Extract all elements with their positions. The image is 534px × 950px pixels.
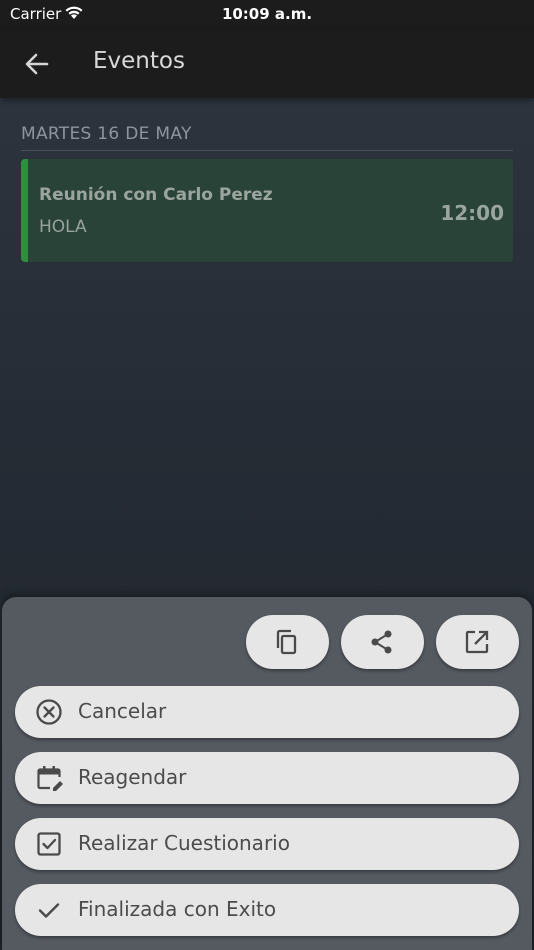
share-button[interactable] [341, 615, 424, 669]
app-bar: Eventos [0, 30, 534, 98]
reschedule-button[interactable]: Reagendar [15, 752, 519, 804]
share-icon [371, 630, 392, 654]
event-card[interactable]: Reunión con Carlo Perez HOLA 12:00 [21, 159, 513, 262]
page-title: Eventos [93, 48, 185, 74]
open-external-icon [465, 630, 489, 654]
check-icon [38, 903, 60, 918]
status-bar: Carrier 10:09 a.m. [0, 0, 534, 30]
date-header: MARTES 16 DE MAY [21, 124, 513, 151]
arrow-left-icon [20, 53, 54, 84]
calendar-edit-icon [37, 766, 63, 791]
checkbox-icon [37, 832, 61, 856]
complete-success-button[interactable]: Finalizada con Exito [15, 884, 519, 936]
event-subtitle: HOLA [39, 217, 87, 237]
copy-button[interactable] [246, 615, 329, 669]
back-button[interactable] [20, 48, 54, 80]
status-time: 10:09 a.m. [221, 5, 313, 23]
event-title: Reunión con Carlo Perez [39, 185, 273, 205]
cancel-button[interactable]: Cancelar [15, 686, 519, 738]
cancel-circle-icon [36, 699, 62, 725]
open-external-button[interactable] [436, 615, 519, 669]
event-time: 12:00 [440, 201, 504, 225]
copy-icon [276, 629, 297, 655]
cancel-label: Cancelar [78, 699, 167, 723]
reschedule-label: Reagendar [78, 765, 187, 789]
complete-success-label: Finalizada con Exito [78, 897, 277, 921]
questionnaire-button[interactable]: Realizar Cuestionario [15, 818, 519, 870]
questionnaire-label: Realizar Cuestionario [78, 831, 290, 855]
